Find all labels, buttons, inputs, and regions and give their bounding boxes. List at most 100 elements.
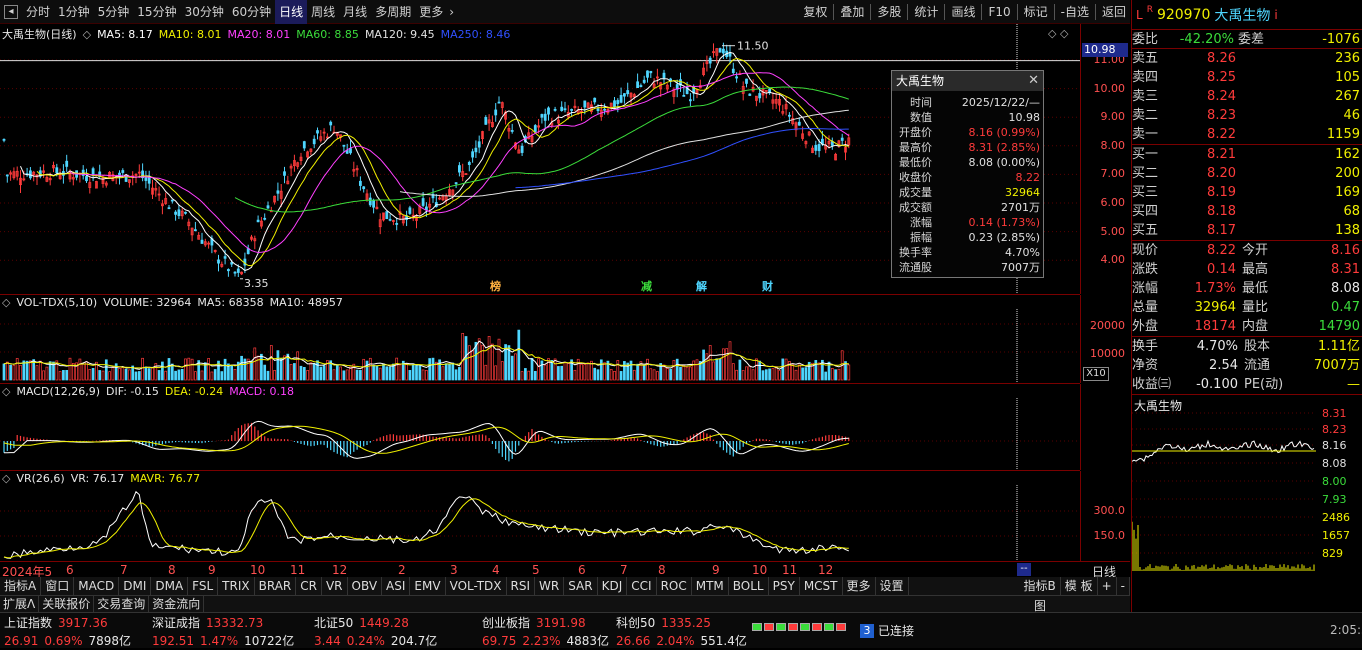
- toolbar-action[interactable]: 叠加: [836, 0, 868, 24]
- extension-tab[interactable]: 资金流向: [149, 596, 205, 612]
- toolbar-action[interactable]: 画线: [947, 0, 979, 24]
- event-marker[interactable]: 减: [641, 278, 652, 294]
- indicator-tab[interactable]: CR: [296, 577, 322, 595]
- indicator-tab[interactable]: 更多: [843, 577, 876, 595]
- more-arrow-icon[interactable]: ›: [447, 0, 456, 24]
- indicator-tab[interactable]: ROC: [657, 577, 692, 595]
- volume-bar: [240, 355, 243, 381]
- toolbar-action[interactable]: F10: [984, 0, 1014, 24]
- indicator-b-tab[interactable]: 指标B: [1020, 577, 1061, 595]
- volume-bar: [124, 368, 128, 381]
- index-quote[interactable]: 创业板指 3191.98 69.75 2.23% 4883亿: [482, 614, 632, 650]
- candle-body: [540, 114, 544, 118]
- volume-bar: [586, 362, 590, 381]
- volume-unit[interactable]: X10: [1083, 367, 1109, 381]
- indicator-tab[interactable]: FSL: [188, 577, 219, 595]
- mini-tick: 8.00: [1322, 475, 1347, 488]
- indicator-tab[interactable]: SAR: [564, 577, 598, 595]
- event-marker[interactable]: 解: [696, 278, 707, 294]
- volume-bar: [527, 370, 531, 381]
- indicator-tab[interactable]: ASI: [382, 577, 411, 595]
- stat-value: -0.100: [1196, 377, 1238, 392]
- candle-body: [560, 106, 564, 111]
- extension-tab[interactable]: 关联报价: [39, 596, 95, 612]
- toolbar-action[interactable]: 标记: [1020, 0, 1052, 24]
- volume-bar: [425, 370, 428, 381]
- indicator-tab[interactable]: 设置: [876, 577, 909, 595]
- indicator-tab[interactable]: MCST: [800, 577, 843, 595]
- indicator-tab[interactable]: VOL-TDX: [446, 577, 507, 595]
- menu-icon[interactable]: ◂: [4, 4, 18, 19]
- indicator-tab[interactable]: 指标A: [0, 577, 42, 595]
- indicator-tab[interactable]: BOLL: [729, 577, 769, 595]
- volume-bar: [210, 371, 214, 381]
- indicator-b-tab[interactable]: +: [1098, 577, 1117, 595]
- volume-bar: [563, 361, 567, 381]
- period-tab[interactable]: 5分钟: [94, 0, 134, 24]
- index-quote[interactable]: 上证指数 3917.36 26.91 0.69% 7898亿: [4, 614, 154, 650]
- mini-tick: 7.93: [1322, 493, 1347, 506]
- period-tab[interactable]: 60分钟: [228, 0, 275, 24]
- toolbar-action[interactable]: -自选: [1057, 0, 1093, 24]
- toolbar-action[interactable]: 返回: [1098, 0, 1130, 24]
- popup-value: 2025/12/22/—: [961, 96, 1040, 109]
- chart-mode-label[interactable]: 图: [1034, 597, 1046, 614]
- indicator-tab[interactable]: RSI: [507, 577, 536, 595]
- period-tab[interactable]: 15分钟: [133, 0, 180, 24]
- indicator-tab[interactable]: BRAR: [255, 577, 297, 595]
- popup-key: 换手率: [899, 246, 932, 259]
- extension-tab[interactable]: 交易查询: [94, 596, 150, 612]
- indicator-tab[interactable]: WR: [535, 577, 565, 595]
- indicator-b-tab[interactable]: -: [1117, 577, 1130, 595]
- index-quote[interactable]: 深证成指 13332.73 192.51 1.47% 10722亿: [152, 614, 302, 650]
- indicator-tab[interactable]: OBV: [348, 577, 383, 595]
- toolbar-action[interactable]: 统计: [910, 0, 942, 24]
- index-quote[interactable]: 北证50 1449.28 3.44 0.24% 204.7亿: [314, 614, 464, 650]
- price-tick: 10.00: [1093, 81, 1126, 95]
- indicator-tab[interactable]: EMV: [410, 577, 446, 595]
- extension-tab[interactable]: 扩展Λ: [0, 596, 40, 612]
- period-tab[interactable]: 1分钟: [54, 0, 94, 24]
- event-marker[interactable]: 榜: [490, 278, 501, 294]
- indicator-tab[interactable]: CCI: [627, 577, 657, 595]
- indicator-tab[interactable]: MTM: [692, 577, 729, 595]
- period-tab[interactable]: 月线: [339, 0, 371, 24]
- macd-panel[interactable]: ◇ MACD(12,26,9) DIF: -0.15 DEA: -0.24 MA…: [0, 384, 1080, 470]
- vr-panel[interactable]: ◇ VR(26,6) VR: 76.17 MAVR: 76.77: [0, 471, 1080, 561]
- connection-status[interactable]: 3 已连接: [860, 622, 914, 639]
- info-icon[interactable]: i: [1274, 8, 1277, 22]
- period-tab[interactable]: 多周期: [371, 0, 415, 24]
- close-icon[interactable]: ✕: [1028, 71, 1039, 91]
- indicator-tab[interactable]: TRIX: [218, 577, 255, 595]
- mini-intraday[interactable]: 大禹生物 8.31 8.23 8.16 8.08 8.00 7.93 2486 1657 829: [1132, 395, 1362, 573]
- event-marker[interactable]: 财: [762, 278, 773, 294]
- index-quote[interactable]: 科创50 1335.25 26.66 2.04% 551.4亿: [616, 614, 766, 650]
- indicator-tab[interactable]: DMI: [119, 577, 152, 595]
- period-tab[interactable]: 日线: [275, 0, 308, 24]
- candle-body: [626, 90, 630, 95]
- indicator-tab[interactable]: KDJ: [598, 577, 628, 595]
- period-tab[interactable]: 更多: [415, 0, 447, 24]
- volume-tick: 20000: [1090, 319, 1125, 332]
- order-label: 卖二: [1132, 108, 1159, 123]
- period-tab[interactable]: 分时: [22, 0, 54, 24]
- candle-body: [840, 137, 844, 141]
- candle-body: [91, 168, 95, 175]
- candle-body: [788, 114, 791, 117]
- indicator-tab[interactable]: MACD: [74, 577, 120, 595]
- indicator-tab[interactable]: DMA: [151, 577, 189, 595]
- toolbar-action[interactable]: 多股: [873, 0, 905, 24]
- candle-body: [2, 138, 6, 141]
- indicator-tab[interactable]: VR: [322, 577, 348, 595]
- volume-panel[interactable]: ◇ VOL-TDX(5,10) VOLUME: 32964 MA5: 68358…: [0, 295, 1080, 383]
- toolbar-action[interactable]: 复权: [799, 0, 831, 24]
- popup-key: 时间: [910, 96, 932, 109]
- indicator-tab[interactable]: PSY: [769, 577, 800, 595]
- indicator-b-tab[interactable]: 模 板: [1061, 577, 1098, 595]
- period-tab[interactable]: 周线: [307, 0, 339, 24]
- indicator-tab[interactable]: 窗口: [41, 577, 75, 595]
- volume-bar: [104, 359, 108, 381]
- volume-bar: [771, 368, 775, 381]
- period-tab[interactable]: 30分钟: [181, 0, 228, 24]
- stat-value: 8.31: [1331, 262, 1360, 277]
